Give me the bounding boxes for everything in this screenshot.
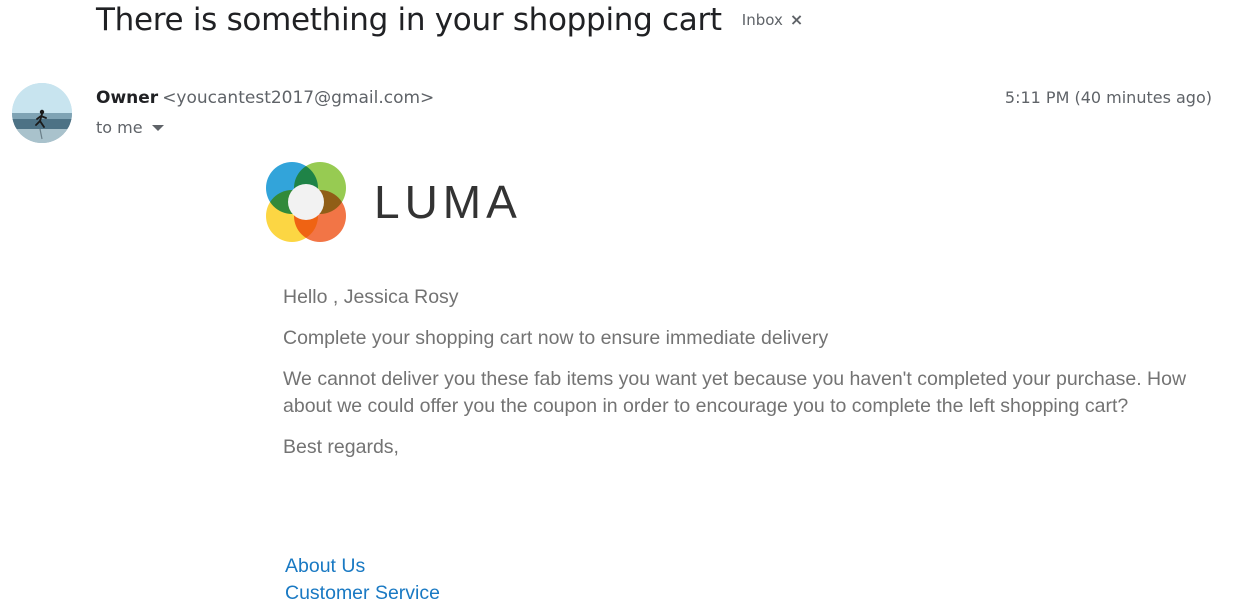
chevron-down-icon[interactable] — [151, 125, 164, 131]
email-subject: There is something in your shopping cart — [96, 2, 722, 38]
remove-label-icon[interactable]: × — [790, 10, 803, 30]
body-paragraph: We cannot deliver you these fab items yo… — [283, 368, 1187, 417]
recipient-text: to me — [96, 118, 143, 137]
luma-logo-icon — [266, 162, 346, 242]
headline-text: Complete your shopping cart now to ensur… — [283, 327, 829, 349]
signoff-text: Best regards, — [283, 436, 399, 458]
sender-avatar[interactable] — [12, 83, 72, 143]
sender-email: <youcantest2017@gmail.com> — [162, 88, 435, 108]
subject-row: There is something in your shopping cart… — [96, 0, 803, 40]
luma-logo-text: LUMA — [374, 176, 522, 228]
luma-logo[interactable]: LUMA — [264, 160, 522, 244]
greeting-text: Hello , Jessica Rosy — [283, 286, 459, 308]
about-us-link[interactable]: About Us — [285, 553, 440, 580]
inbox-label-text: Inbox — [741, 11, 783, 29]
customer-service-link[interactable]: Customer Service — [285, 580, 440, 607]
inbox-label-chip[interactable]: Inbox × — [742, 10, 803, 30]
email-timestamp: 5:11 PM (40 minutes ago) — [1004, 88, 1212, 107]
sender-name[interactable]: Owner — [96, 88, 158, 108]
sender-line: Owner <youcantest2017@gmail.com> — [96, 86, 434, 110]
footer-links: About Us Customer Service — [285, 553, 440, 607]
recipient-details-toggle[interactable]: to me — [96, 116, 164, 140]
beach-runner-icon — [12, 83, 72, 143]
email-body: Hello , Jessica Rosy Complete your shopp… — [283, 284, 1213, 475]
